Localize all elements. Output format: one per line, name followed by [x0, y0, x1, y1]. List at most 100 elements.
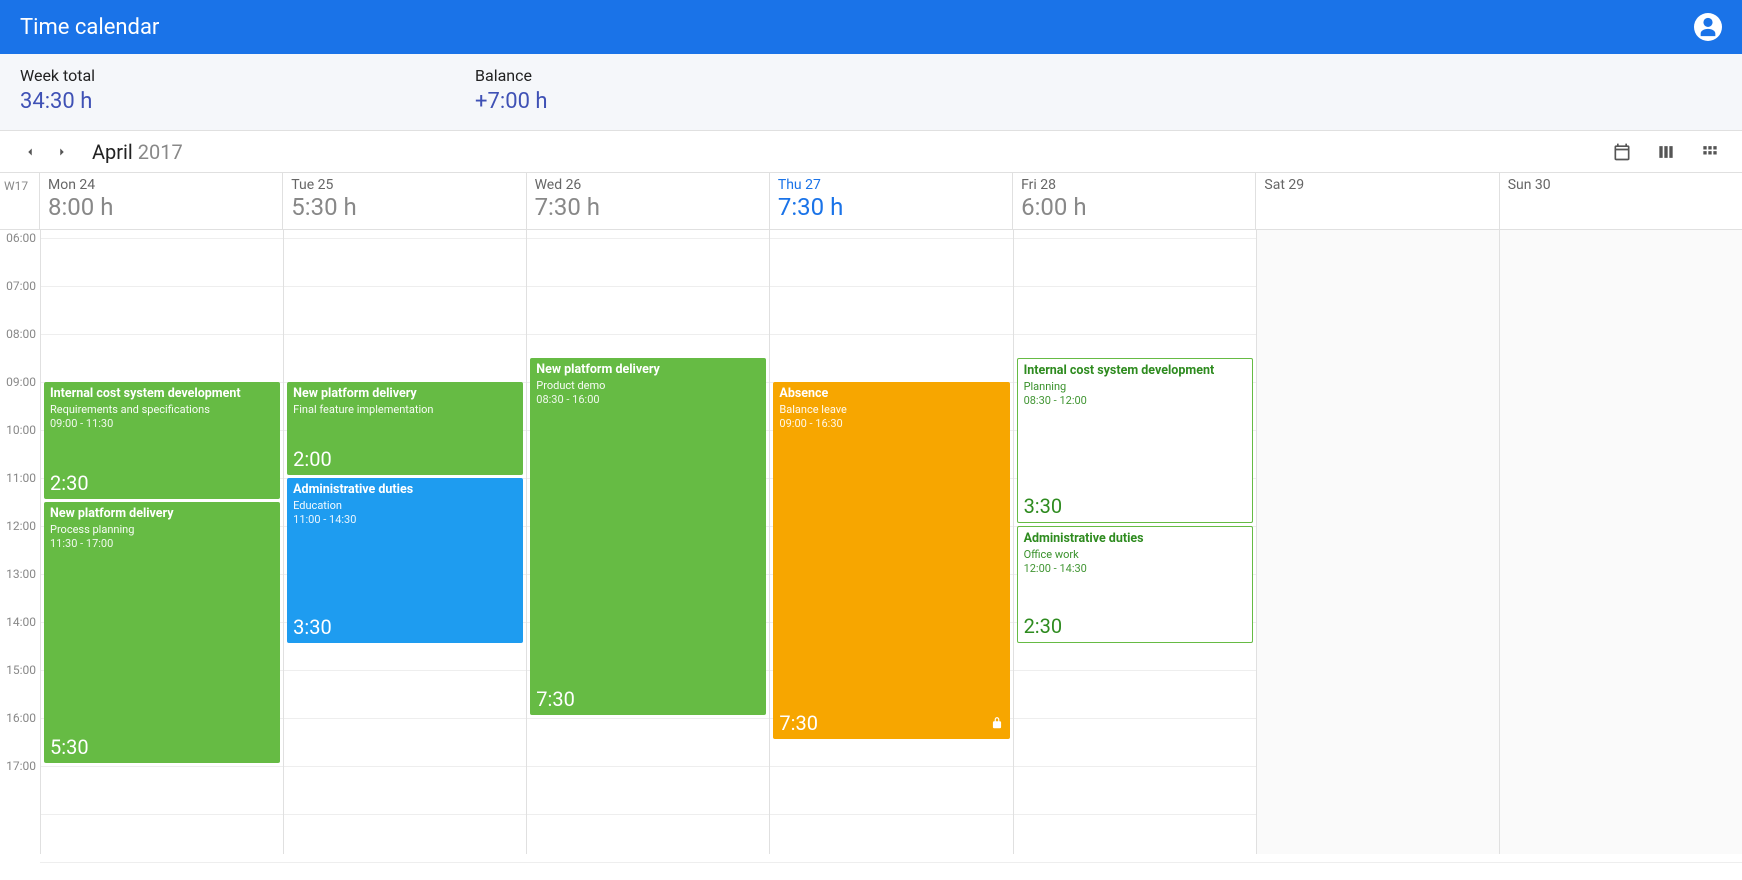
- calendar-event[interactable]: New platform deliveryProduct demo08:30 -…: [530, 358, 766, 715]
- day-column[interactable]: [1256, 230, 1499, 854]
- day-hours: 7:30 h: [535, 193, 761, 221]
- event-time: 09:00 - 16:30: [779, 417, 1003, 430]
- event-time: 12:00 - 14:30: [1024, 562, 1246, 575]
- app-title: Time calendar: [20, 15, 1694, 40]
- day-header[interactable]: Wed 267:30 h: [527, 173, 770, 229]
- columns-view-icon[interactable]: [1654, 140, 1678, 164]
- day-label: Fri 28: [1021, 177, 1247, 193]
- time-tick: 15:00: [0, 663, 36, 677]
- calendar-event[interactable]: New platform deliveryProcess planning11:…: [44, 502, 280, 763]
- calendar-event[interactable]: Administrative dutiesEducation11:00 - 14…: [287, 478, 523, 643]
- day-label: Thu 27: [778, 177, 1004, 193]
- day-header[interactable]: Thu 277:30 h: [770, 173, 1013, 229]
- time-tick: 10:00: [0, 423, 36, 437]
- balance-value: +7:00 h: [475, 89, 547, 114]
- day-header[interactable]: Fri 286:00 h: [1013, 173, 1256, 229]
- topbar: Time calendar: [0, 0, 1742, 54]
- time-tick: 11:00: [0, 471, 36, 485]
- event-time: 11:00 - 14:30: [293, 513, 517, 526]
- time-tick: 06:00: [0, 231, 36, 245]
- day-hours: 7:30 h: [778, 193, 1004, 221]
- year: 2017: [138, 140, 183, 164]
- time-tick: 16:00: [0, 711, 36, 725]
- event-subtitle: Requirements and specifications: [50, 403, 274, 416]
- day-header[interactable]: Sat 29: [1256, 173, 1499, 229]
- day-hours: 5:30 h: [291, 193, 517, 221]
- today-button[interactable]: [1610, 140, 1634, 164]
- day-column[interactable]: AbsenceBalance leave09:00 - 16:30 7:30: [769, 230, 1012, 854]
- day-header[interactable]: Mon 248:00 h: [40, 173, 283, 229]
- time-tick: 12:00: [0, 519, 36, 533]
- event-subtitle: Balance leave: [779, 403, 1003, 416]
- event-title: Internal cost system development: [1024, 363, 1246, 379]
- event-subtitle: Education: [293, 499, 517, 512]
- week-total-label: Week total: [20, 66, 95, 85]
- event-time: 09:00 - 11:30: [50, 417, 274, 430]
- days-track: Internal cost system developmentRequirem…: [40, 230, 1742, 854]
- calendar-event[interactable]: New platform deliveryFinal feature imple…: [287, 382, 523, 475]
- lock-icon: [990, 716, 1004, 733]
- prev-week-button[interactable]: [20, 142, 40, 162]
- event-title: Absence: [779, 386, 1003, 402]
- event-title: New platform delivery: [536, 362, 760, 378]
- day-header-row: W17 Mon 248:00 hTue 255:30 hWed 267:30 h…: [0, 173, 1742, 230]
- event-time: 11:30 - 17:00: [50, 537, 274, 550]
- event-subtitle: Final feature implementation: [293, 403, 517, 416]
- day-hours: 6:00 h: [1021, 193, 1247, 221]
- calendar-event[interactable]: Administrative dutiesOffice work12:00 - …: [1017, 526, 1253, 643]
- day-label: Sun 30: [1508, 177, 1734, 193]
- day-column[interactable]: Internal cost system developmentPlanning…: [1013, 230, 1256, 854]
- event-time: 08:30 - 12:00: [1024, 394, 1246, 407]
- event-subtitle: Product demo: [536, 379, 760, 392]
- day-header[interactable]: Sun 30: [1500, 173, 1742, 229]
- week-total-value: 34:30 h: [20, 89, 95, 114]
- time-tick: 09:00: [0, 375, 36, 389]
- event-title: Internal cost system development: [50, 386, 274, 402]
- day-column[interactable]: New platform deliveryProduct demo08:30 -…: [526, 230, 769, 854]
- event-duration: 7:30: [536, 687, 575, 711]
- day-column[interactable]: New platform deliveryFinal feature imple…: [283, 230, 526, 854]
- balance: Balance +7:00 h: [475, 66, 547, 114]
- week-total: Week total 34:30 h: [20, 66, 95, 114]
- event-duration: 2:00: [293, 447, 332, 471]
- event-title: Administrative duties: [293, 482, 517, 498]
- event-time: 08:30 - 16:00: [536, 393, 760, 406]
- time-tick: 08:00: [0, 327, 36, 341]
- event-title: New platform delivery: [293, 386, 517, 402]
- time-tick: 13:00: [0, 567, 36, 581]
- day-header[interactable]: Tue 255:30 h: [283, 173, 526, 229]
- month-name: April: [92, 140, 133, 164]
- event-subtitle: Process planning: [50, 523, 274, 536]
- event-duration: 7:30: [779, 711, 818, 735]
- day-label: Sat 29: [1264, 177, 1490, 193]
- balance-label: Balance: [475, 66, 547, 85]
- event-duration: 3:30: [293, 615, 332, 639]
- time-tick: 14:00: [0, 615, 36, 629]
- month-label: April 2017: [92, 140, 183, 164]
- calendar-event[interactable]: Internal cost system developmentRequirem…: [44, 382, 280, 499]
- account-icon[interactable]: [1694, 13, 1722, 41]
- next-week-button[interactable]: [52, 142, 72, 162]
- time-tick: 17:00: [0, 759, 36, 773]
- calendar-event[interactable]: Internal cost system developmentPlanning…: [1017, 358, 1253, 523]
- event-duration: 3:30: [1024, 494, 1063, 518]
- day-column[interactable]: [1499, 230, 1742, 854]
- event-duration: 2:30: [50, 471, 89, 495]
- day-label: Mon 24: [48, 177, 274, 193]
- time-tick: 07:00: [0, 279, 36, 293]
- time-gutter: 06:00 07:00 08:00 09:00 10:00 11:00 12:00 13:00…: [0, 230, 40, 854]
- event-subtitle: Office work: [1024, 548, 1246, 561]
- date-nav: April 2017: [0, 131, 1742, 173]
- grid-view-icon[interactable]: [1698, 140, 1722, 164]
- calendar-event[interactable]: AbsenceBalance leave09:00 - 16:30 7:30: [773, 382, 1009, 739]
- event-duration: 5:30: [50, 735, 89, 759]
- event-title: Administrative duties: [1024, 531, 1246, 547]
- day-label: Wed 26: [535, 177, 761, 193]
- day-label: Tue 25: [291, 177, 517, 193]
- calendar-grid[interactable]: 06:00 07:00 08:00 09:00 10:00 11:00 12:00 13:00…: [0, 230, 1742, 880]
- day-column[interactable]: Internal cost system developmentRequirem…: [40, 230, 283, 854]
- summary-bar: Week total 34:30 h Balance +7:00 h: [0, 54, 1742, 131]
- day-hours: 8:00 h: [48, 193, 274, 221]
- event-subtitle: Planning: [1024, 380, 1246, 393]
- event-duration: 2:30: [1024, 614, 1063, 638]
